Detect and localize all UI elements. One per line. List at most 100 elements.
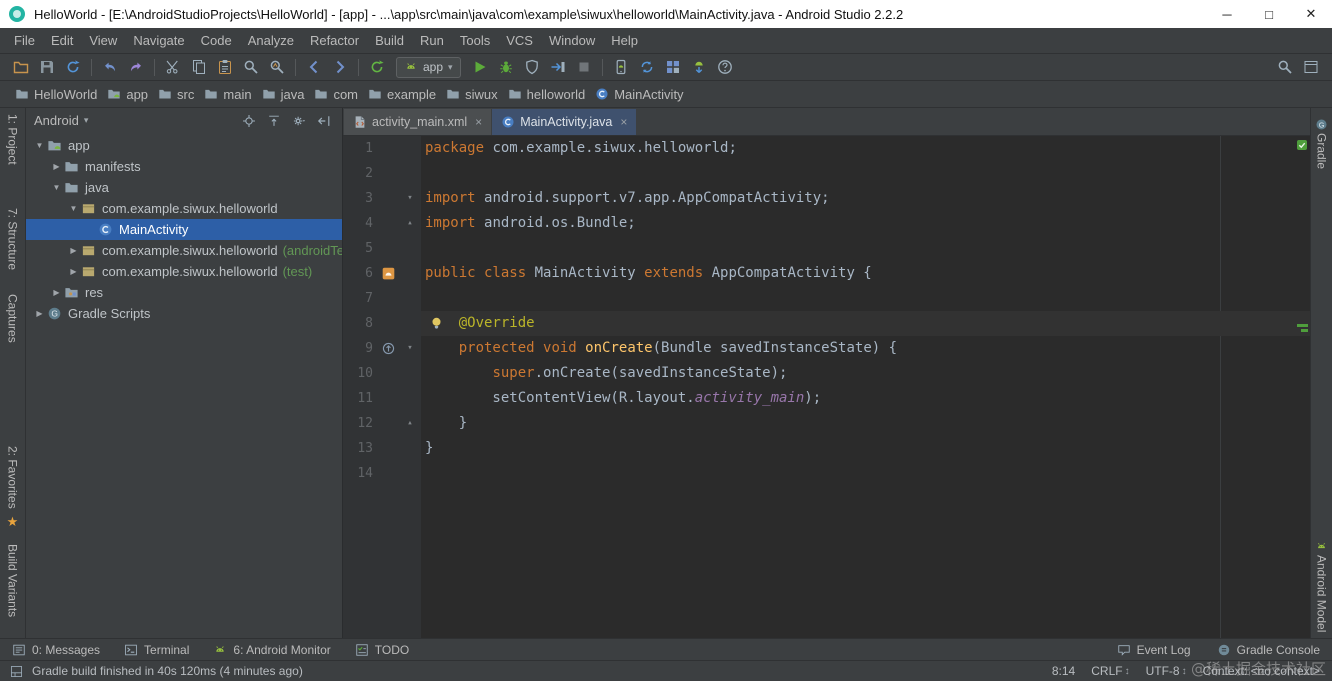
tool-tab-7-structure[interactable]: 7: Structure: [0, 208, 25, 270]
tree-item-res[interactable]: ▶ res: [26, 282, 342, 303]
collapsed-arrow-icon[interactable]: ▶: [32, 309, 47, 318]
code-line[interactable]: 13}: [343, 436, 1310, 461]
editor-gutter[interactable]: 10: [343, 361, 421, 386]
inspection-status-icon[interactable]: [1297, 140, 1307, 150]
collapsed-arrow-icon[interactable]: ▶: [66, 267, 81, 276]
caret-position[interactable]: 8:14: [1052, 664, 1075, 678]
code-line[interactable]: 7: [343, 286, 1310, 311]
editor-gutter[interactable]: 13: [343, 436, 421, 461]
fold-marker-icon[interactable]: ▴: [401, 411, 419, 436]
expanded-arrow-icon[interactable]: ▼: [32, 141, 47, 150]
fold-marker-icon[interactable]: ▴: [401, 211, 419, 236]
line-separator-selector[interactable]: CRLF ↕: [1091, 664, 1129, 678]
forward-button[interactable]: [327, 55, 353, 79]
tree-item-gradle-scripts[interactable]: ▶ G Gradle Scripts: [26, 303, 342, 324]
context-indicator[interactable]: Context: <no context>: [1203, 664, 1320, 678]
back-button[interactable]: [301, 55, 327, 79]
cut-button[interactable]: [160, 55, 186, 79]
tool-button-todo[interactable]: TODO: [355, 643, 409, 657]
code-line[interactable]: 8 @Override: [343, 311, 1310, 336]
help-button[interactable]: [712, 55, 738, 79]
sdk-button[interactable]: [686, 55, 712, 79]
collapsed-arrow-icon[interactable]: ▶: [49, 162, 64, 171]
project-structure-button[interactable]: [660, 55, 686, 79]
settings-button[interactable]: [288, 111, 309, 131]
open-button[interactable]: [8, 55, 34, 79]
tool-tab-android-model[interactable]: Android Model: [1311, 538, 1332, 632]
editor-gutter[interactable]: 11: [343, 386, 421, 411]
toolwindow-toggle-icon[interactable]: [10, 665, 23, 678]
intention-bulb-icon[interactable]: [429, 316, 444, 331]
code-text[interactable]: }: [421, 411, 1310, 436]
code-text[interactable]: [421, 236, 1310, 261]
editor-gutter[interactable]: 7: [343, 286, 421, 311]
code-line[interactable]: 4 ▴ import android.os.Bundle;: [343, 211, 1310, 236]
tool-tab-2-favorites[interactable]: 2: Favorites ★: [0, 446, 25, 530]
breadcrumb-app[interactable]: app: [102, 87, 153, 102]
gradle-sync-button[interactable]: [364, 55, 390, 79]
paste-button[interactable]: [212, 55, 238, 79]
code-line[interactable]: 2: [343, 161, 1310, 186]
code-text[interactable]: [421, 461, 1310, 486]
breadcrumb-helloworld[interactable]: helloworld: [503, 87, 591, 102]
code-text[interactable]: public class MainActivity extends AppCom…: [421, 261, 1310, 286]
save-button[interactable]: [34, 55, 60, 79]
breadcrumb-src[interactable]: src: [153, 87, 199, 102]
editor-gutter[interactable]: 14: [343, 461, 421, 486]
menu-navigate[interactable]: Navigate: [125, 28, 192, 53]
editor-gutter[interactable]: 4 ▴: [343, 211, 421, 236]
undo-button[interactable]: [97, 55, 123, 79]
breadcrumb-com[interactable]: com: [309, 87, 363, 102]
stop-button[interactable]: [571, 55, 597, 79]
tree-item-java[interactable]: ▼ java: [26, 177, 342, 198]
menu-analyze[interactable]: Analyze: [240, 28, 302, 53]
tool-tab-captures[interactable]: Captures: [0, 294, 25, 343]
tool-button-6-android-monitor[interactable]: 6: Android Monitor: [213, 643, 331, 657]
code-text[interactable]: import android.os.Bundle;: [421, 211, 1310, 236]
code-pane[interactable]: 1 package com.example.siwux.helloworld; 2 3…: [343, 136, 1310, 638]
tree-item-mainactivity[interactable]: MainActivity: [26, 219, 342, 240]
menu-help[interactable]: Help: [603, 28, 646, 53]
editor-gutter[interactable]: 6: [343, 261, 421, 286]
code-text[interactable]: super.onCreate(savedInstanceState);: [421, 361, 1310, 386]
hide-panel-button[interactable]: [313, 111, 334, 131]
sync-project-button[interactable]: [634, 55, 660, 79]
stripe-mark-green-2[interactable]: [1301, 329, 1308, 332]
tree-item-com-example-siwux-helloworld-test[interactable]: ▶ com.example.siwux.helloworld (test): [26, 261, 342, 282]
override-gutter-icon[interactable]: [375, 336, 401, 361]
code-text[interactable]: package com.example.siwux.helloworld;: [421, 136, 1310, 161]
expanded-arrow-icon[interactable]: ▼: [66, 204, 81, 213]
encoding-selector[interactable]: UTF-8 ↕: [1146, 664, 1187, 678]
debug-button[interactable]: [493, 55, 519, 79]
editor-tab-activity-main-xml[interactable]: activity_main.xml ×: [344, 109, 492, 135]
breadcrumb-example[interactable]: example: [363, 87, 441, 102]
locate-button[interactable]: [238, 111, 259, 131]
code-text[interactable]: @Override: [421, 311, 1310, 336]
tool-tab-1-project[interactable]: 1: Project: [0, 114, 25, 165]
editor-gutter[interactable]: 8: [343, 311, 421, 336]
avd-button[interactable]: [608, 55, 634, 79]
expanded-arrow-icon[interactable]: ▼: [49, 183, 64, 192]
tab-close-icon[interactable]: ×: [475, 115, 482, 129]
tree-item-com-example-siwux-helloworld[interactable]: ▼ com.example.siwux.helloworld: [26, 198, 342, 219]
search-button[interactable]: [1272, 55, 1298, 79]
menu-vcs[interactable]: VCS: [498, 28, 541, 53]
breadcrumb-main[interactable]: main: [199, 87, 256, 102]
code-line[interactable]: 1 package com.example.siwux.helloworld;: [343, 136, 1310, 161]
tab-close-icon[interactable]: ×: [620, 115, 627, 129]
tool-button-terminal[interactable]: Terminal: [124, 643, 189, 657]
tool-tab-build-variants[interactable]: Build Variants: [0, 544, 25, 617]
fold-marker-icon[interactable]: ▾: [401, 186, 419, 211]
tree-item-app[interactable]: ▼ app: [26, 135, 342, 156]
run-config-selector[interactable]: app ▾: [396, 56, 461, 78]
menu-file[interactable]: File: [6, 28, 43, 53]
attach-button[interactable]: [545, 55, 571, 79]
sync-button[interactable]: [60, 55, 86, 79]
redo-button[interactable]: [123, 55, 149, 79]
menu-window[interactable]: Window: [541, 28, 603, 53]
collapsed-arrow-icon[interactable]: ▶: [66, 246, 81, 255]
code-text[interactable]: setContentView(R.layout.activity_main);: [421, 386, 1310, 411]
breadcrumb-java[interactable]: java: [257, 87, 310, 102]
collapsed-arrow-icon[interactable]: ▶: [49, 288, 64, 297]
code-line[interactable]: 9 ▾ protected void onCreate(Bundle savedI…: [343, 336, 1310, 361]
